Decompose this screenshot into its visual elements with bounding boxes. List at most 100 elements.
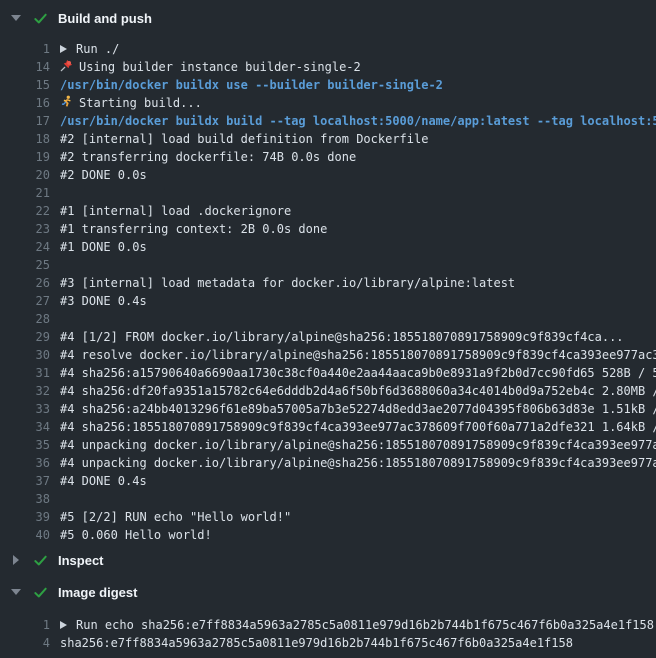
line-number[interactable]: 19 — [0, 148, 50, 166]
line-text: #4 sha256:a24bb4013296f61e89ba57005a7b3e… — [60, 400, 656, 418]
line-number[interactable]: 1 — [0, 40, 50, 58]
line-number[interactable]: 37 — [0, 472, 50, 490]
line-text: #4 DONE 0.4s — [60, 472, 147, 490]
line-text: #4 resolve docker.io/library/alpine@sha2… — [60, 346, 656, 364]
log-line: 26 #3 [internal] load metadata for docker… — [0, 274, 656, 292]
log-line: 28 — [0, 310, 656, 328]
line-number[interactable]: 40 — [0, 526, 50, 544]
line-number[interactable]: 16 — [0, 94, 50, 112]
line-text: #1 transferring context: 2B 0.0s done — [60, 220, 327, 238]
line-number[interactable]: 26 — [0, 274, 50, 292]
line-number[interactable]: 27 — [0, 292, 50, 310]
line-number[interactable]: 4 — [0, 634, 50, 652]
log-line: 31 #4 sha256:a15790640a6690aa1730c38cf0a4… — [0, 364, 656, 382]
expand-arrow-icon[interactable] — [60, 621, 67, 629]
section-title: Build and push — [58, 11, 152, 26]
line-number[interactable]: 29 — [0, 328, 50, 346]
line-number[interactable]: 39 — [0, 508, 50, 526]
line-number[interactable]: 17 — [0, 112, 50, 130]
log-line: 15/usr/bin/docker buildx use --builder b… — [0, 76, 656, 94]
log-line: 34 #4 sha256:185518070891758909c9f839cf4c… — [0, 418, 656, 436]
line-text: sha256:e7ff8834a5963a2785c5a0811e979d16b… — [60, 634, 573, 652]
line-text: #5 0.060 Hello world! — [60, 526, 212, 544]
line-number[interactable]: 25 — [0, 256, 50, 274]
log-line: 37 #4 DONE 0.4s — [0, 472, 656, 490]
line-number[interactable]: 35 — [0, 436, 50, 454]
line-text: #1 [internal] load .dockerignore — [60, 202, 291, 220]
log-line: 4 sha256:e7ff8834a5963a2785c5a0811e979d16… — [0, 634, 656, 652]
section-title: Inspect — [58, 553, 104, 568]
line-text: Run ./ — [60, 40, 119, 58]
line-text: #4 [1/2] FROM docker.io/library/alpine@s… — [60, 328, 624, 346]
log-line: 22 #1 [internal] load .dockerignore — [0, 202, 656, 220]
check-icon — [33, 553, 48, 568]
line-number[interactable]: 36 — [0, 454, 50, 472]
log-line: 25 — [0, 256, 656, 274]
log-line: 29 #4 [1/2] FROM docker.io/library/alpine… — [0, 328, 656, 346]
line-text: /usr/bin/docker buildx build --tag local… — [60, 112, 656, 130]
check-icon — [33, 11, 48, 26]
line-number[interactable]: 1 — [0, 616, 50, 634]
line-text: #4 sha256:df20fa9351a15782c64e6dddb2d4a6… — [60, 382, 656, 400]
line-number[interactable]: 32 — [0, 382, 50, 400]
chevron-down-icon — [11, 15, 21, 21]
line-number[interactable]: 18 — [0, 130, 50, 148]
line-number[interactable]: 33 — [0, 400, 50, 418]
actions-log-viewer: Build and push 1Run ./14Using builder in… — [0, 0, 656, 658]
section-header-image-digest[interactable]: Image digest — [0, 576, 656, 608]
line-number[interactable]: 28 — [0, 310, 50, 328]
log-line: 1 Run echo sha256:e7ff8834a5963a2785c5a08… — [0, 616, 656, 634]
log-line: 40 #5 0.060 Hello world! — [0, 526, 656, 544]
line-number[interactable]: 20 — [0, 166, 50, 184]
line-text: Starting build... — [60, 94, 202, 112]
chevron-right-icon — [11, 555, 21, 565]
line-text: #4 unpacking docker.io/library/alpine@sh… — [60, 454, 656, 472]
expand-arrow-icon[interactable] — [60, 45, 67, 53]
log-line: 35 #4 unpacking docker.io/library/alpine@… — [0, 436, 656, 454]
log-line: 32 #4 sha256:df20fa9351a15782c64e6dddb2d4… — [0, 382, 656, 400]
log-line: 18 #2 [internal] load build definition fr… — [0, 130, 656, 148]
line-number[interactable]: 14 — [0, 58, 50, 76]
line-text: #4 sha256:185518070891758909c9f839cf4ca3… — [60, 418, 656, 436]
line-text: Run echo sha256:e7ff8834a5963a2785c5a081… — [60, 616, 654, 634]
line-text: #2 [internal] load build definition from… — [60, 130, 428, 148]
line-text: /usr/bin/docker buildx use --builder bui… — [60, 76, 443, 94]
log-line: 33 #4 sha256:a24bb4013296f61e89ba57005a7b… — [0, 400, 656, 418]
section-header-build-and-push[interactable]: Build and push — [0, 0, 656, 36]
line-number[interactable]: 15 — [0, 76, 50, 94]
line-text: #5 [2/2] RUN echo "Hello world!" — [60, 508, 291, 526]
log-line: 21 — [0, 184, 656, 202]
line-number[interactable]: 22 — [0, 202, 50, 220]
log-lines-image-digest: 1 Run echo sha256:e7ff8834a5963a2785c5a08… — [0, 608, 656, 652]
pushpin-icon — [60, 59, 75, 72]
log-lines-build-and-push: 1 Run ./ 14 Using builder instance builder-… — [0, 40, 656, 544]
line-text: #4 unpacking docker.io/library/alpine@sh… — [60, 436, 656, 454]
log-line: 16 Starting build... — [0, 94, 656, 112]
line-text: #3 [internal] load metadata for docker.i… — [60, 274, 515, 292]
line-text: #2 transferring dockerfile: 74B 0.0s don… — [60, 148, 356, 166]
line-text: Using builder instance builder-single-2 — [60, 58, 361, 76]
line-text: #1 DONE 0.0s — [60, 238, 147, 256]
line-number[interactable]: 31 — [0, 364, 50, 382]
chevron-down-icon — [11, 589, 21, 595]
line-text: #2 DONE 0.0s — [60, 166, 147, 184]
line-number[interactable]: 23 — [0, 220, 50, 238]
check-icon — [33, 585, 48, 600]
section-header-inspect[interactable]: Inspect — [0, 544, 656, 576]
section-title: Image digest — [58, 585, 137, 600]
line-text: #4 sha256:a15790640a6690aa1730c38cf0a440… — [60, 364, 656, 382]
line-number[interactable]: 24 — [0, 238, 50, 256]
line-number[interactable]: 30 — [0, 346, 50, 364]
line-text: #3 DONE 0.4s — [60, 292, 147, 310]
log-line: 38 — [0, 490, 656, 508]
log-line: 17/usr/bin/docker buildx build --tag loc… — [0, 112, 656, 130]
line-number[interactable]: 21 — [0, 184, 50, 202]
log-line: 23 #1 transferring context: 2B 0.0s done — [0, 220, 656, 238]
log-line: 39 #5 [2/2] RUN echo "Hello world!" — [0, 508, 656, 526]
log-line: 20 #2 DONE 0.0s — [0, 166, 656, 184]
line-number[interactable]: 38 — [0, 490, 50, 508]
log-line: 27 #3 DONE 0.4s — [0, 292, 656, 310]
line-number[interactable]: 34 — [0, 418, 50, 436]
log-line: 24 #1 DONE 0.0s — [0, 238, 656, 256]
log-line: 19 #2 transferring dockerfile: 74B 0.0s d… — [0, 148, 656, 166]
